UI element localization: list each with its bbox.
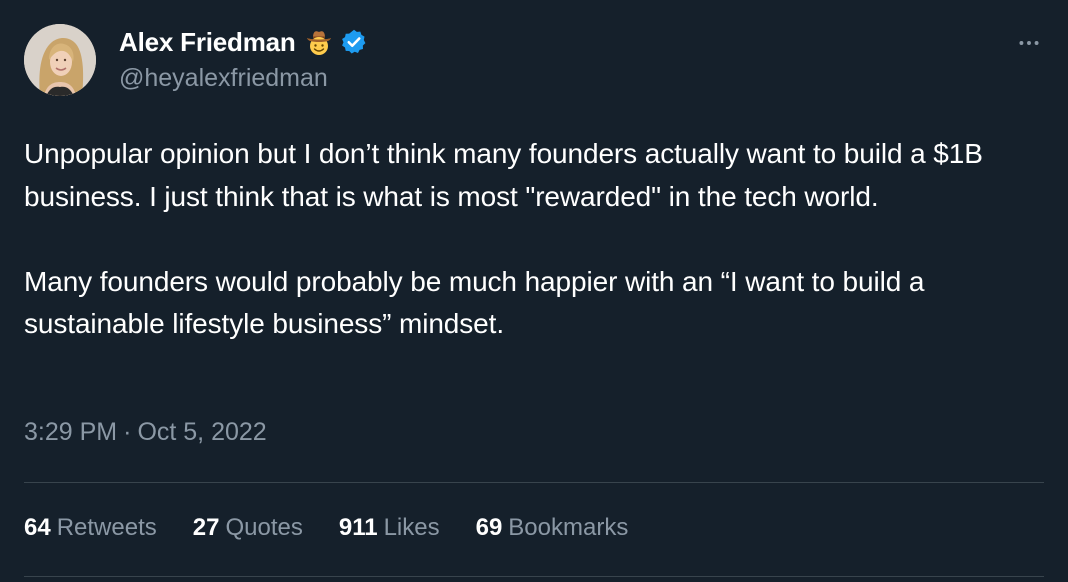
tweet-paragraph: Unpopular opinion but I don’t think many… (24, 138, 983, 212)
author-handle[interactable]: @heyalexfriedman (119, 64, 328, 93)
retweets-stat[interactable]: 64 Retweets (24, 514, 157, 542)
quotes-count: 27 (192, 514, 220, 541)
more-dots-icon (1019, 41, 1039, 45)
author-display-name[interactable]: Alex Friedman (119, 27, 296, 58)
bookmarks-label: Bookmarks (508, 514, 629, 541)
timestamp-separator: · (123, 418, 132, 446)
likes-count: 911 (338, 514, 378, 541)
tweet-date[interactable]: Oct 5, 2022 (137, 418, 266, 447)
bookmarks-count: 69 (475, 514, 503, 541)
likes-label: Likes (383, 514, 440, 541)
cowboy-hat-face-icon (304, 27, 334, 57)
avatar-image (24, 24, 96, 96)
avatar[interactable] (24, 24, 96, 96)
retweets-count: 64 (24, 514, 51, 541)
tweet-time[interactable]: 3:29 PM (24, 418, 117, 447)
tweet-card: Alex Friedman @heyalexfriedman Unpopular… (0, 0, 1068, 582)
tweet-body: Unpopular opinion but I don’t think many… (24, 133, 1044, 346)
divider (24, 576, 1044, 577)
more-options-button[interactable] (1012, 26, 1046, 60)
divider (24, 482, 1044, 483)
likes-stat[interactable]: 911 Likes (339, 514, 440, 542)
bookmarks-stat[interactable]: 69 Bookmarks (476, 514, 629, 542)
engagement-stats: 64 Retweets 27 Quotes 911 Likes 69 Bookmarks (24, 514, 664, 542)
quotes-stat[interactable]: 27 Quotes (193, 514, 303, 542)
retweets-label: Retweets (56, 514, 157, 541)
quotes-label: Quotes (225, 514, 303, 541)
verified-badge-icon (340, 28, 368, 56)
author-name-row[interactable]: Alex Friedman (119, 26, 368, 58)
tweet-timestamp[interactable]: 3:29 PM · Oct 5, 2022 (24, 418, 267, 447)
tweet-paragraph: Many founders would probably be much hap… (24, 265, 925, 340)
